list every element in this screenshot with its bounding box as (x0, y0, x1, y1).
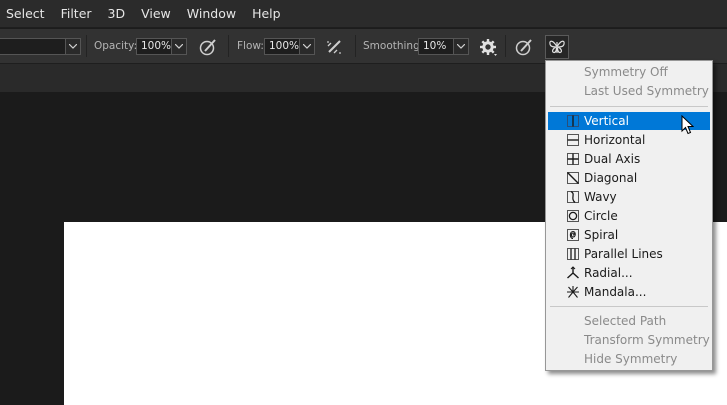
opacity-dropdown-button[interactable] (172, 38, 187, 55)
menu-select[interactable]: Select (6, 6, 45, 21)
menu-view[interactable]: View (141, 6, 171, 21)
menu-3d[interactable]: 3D (108, 6, 126, 21)
menu-item-last-used-symmetry: Last Used Symmetry (584, 84, 709, 98)
menu-separator (550, 306, 708, 307)
menu-item-radial[interactable]: Radial... (548, 264, 710, 282)
mode-select[interactable] (0, 38, 66, 55)
menu-item-hide-symmetry: Hide Symmetry (584, 352, 678, 366)
butterfly-icon (549, 40, 565, 54)
chevron-down-icon (457, 44, 465, 49)
chevron-down-icon (175, 44, 183, 49)
smoothing-dropdown-button[interactable] (454, 38, 469, 55)
flow-input[interactable]: 100% (264, 38, 300, 55)
mandala-icon (567, 286, 579, 298)
diagonal-icon (567, 172, 579, 184)
menu-item-spiral[interactable]: Spiral (548, 226, 710, 244)
dual-axis-icon (567, 153, 579, 165)
smoothing-label: Smoothing: (363, 40, 424, 52)
pressure-opacity-icon[interactable] (198, 37, 218, 57)
separator (505, 35, 506, 57)
spiral-icon (567, 229, 579, 241)
menu-item-symmetry-off: Symmetry Off (584, 65, 668, 79)
radial-icon (567, 266, 579, 279)
airbrush-icon[interactable] (325, 37, 345, 57)
menu-bar: Select Filter 3D View Window Help (0, 0, 727, 27)
parallel-lines-icon (567, 248, 579, 260)
separator (228, 35, 229, 57)
symmetry-button[interactable] (545, 35, 569, 59)
menu-item-dual-axis[interactable]: Dual Axis (548, 150, 710, 168)
mouse-cursor-icon (681, 115, 694, 135)
menu-item-wavy[interactable]: Wavy (548, 188, 710, 206)
opacity-input[interactable]: 100% (136, 38, 172, 55)
menu-item-transform-symmetry: Transform Symmetry (584, 333, 710, 347)
flow-label: Flow: (237, 40, 264, 52)
circle-icon (567, 210, 579, 222)
chevron-down-icon (303, 44, 311, 49)
mode-dropdown-button[interactable] (66, 38, 81, 55)
vertical-symmetry-icon (567, 115, 579, 127)
menu-item-parallel-lines[interactable]: Parallel Lines (548, 245, 710, 263)
menu-help[interactable]: Help (252, 6, 281, 21)
menu-separator (550, 106, 708, 107)
separator (355, 35, 356, 57)
flow-dropdown-button[interactable] (300, 38, 315, 55)
wavy-icon (567, 190, 579, 203)
menu-item-selected-path: Selected Path (584, 314, 667, 328)
menu-window[interactable]: Window (187, 6, 236, 21)
menu-item-circle[interactable]: Circle (548, 207, 710, 225)
chevron-down-icon (69, 44, 77, 49)
smoothing-input[interactable]: 10% (418, 38, 454, 55)
opacity-label: Opacity: (94, 40, 138, 52)
options-bar: Opacity: 100% Flow: 100% Smoothing: 10% (0, 28, 727, 63)
menu-item-mandala[interactable]: Mandala... (548, 283, 710, 301)
horizontal-symmetry-icon (567, 134, 579, 146)
menu-filter[interactable]: Filter (61, 6, 92, 21)
gear-icon[interactable] (478, 37, 498, 57)
symmetry-menu: Symmetry Off Last Used Symmetry Vertical… (545, 60, 713, 371)
menu-item-diagonal[interactable]: Diagonal (548, 169, 710, 187)
pressure-size-icon[interactable] (514, 37, 534, 57)
separator (86, 35, 87, 57)
